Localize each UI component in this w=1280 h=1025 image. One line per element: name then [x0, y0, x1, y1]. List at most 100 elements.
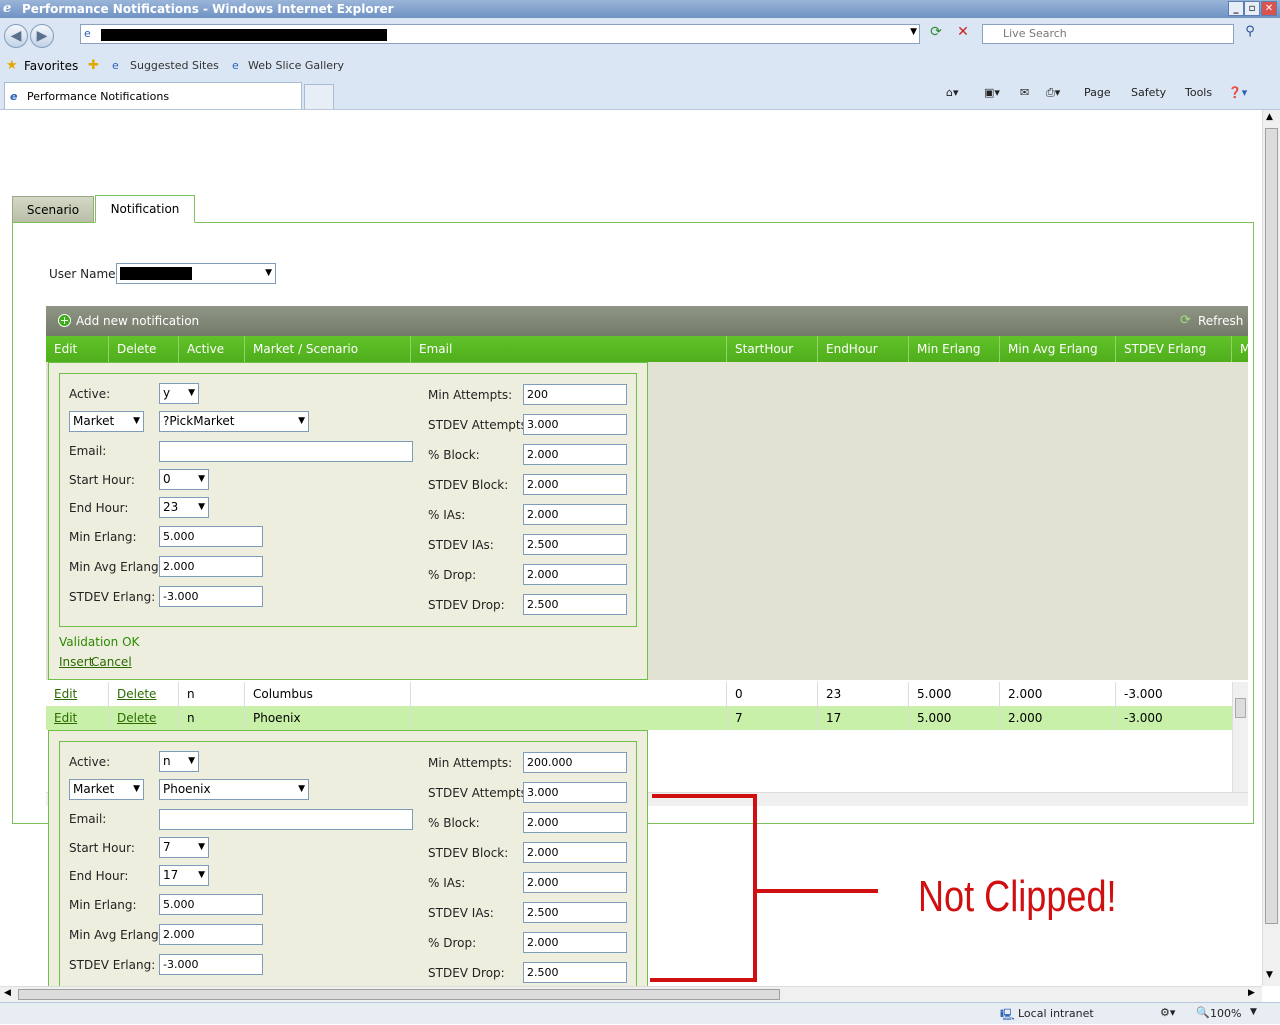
ias-field[interactable]: 2.000 — [523, 872, 627, 893]
protected-mode-icon[interactable]: ⚙▾ — [1160, 1006, 1175, 1019]
stdev-attempts-field[interactable]: 3.000 — [523, 414, 627, 435]
min-erlang-label: Min Erlang: — [69, 530, 137, 544]
end-hour-select[interactable]: 23 ▼ — [159, 497, 209, 518]
column-header-edit[interactable]: Edit — [46, 336, 109, 362]
suggested-sites-link[interactable]: Suggested Sites — [130, 52, 219, 80]
column-header-more[interactable]: M — [1232, 336, 1248, 362]
insert-link[interactable]: Insert — [59, 655, 93, 669]
min-avg-erlang-field[interactable]: 2.000 — [159, 556, 263, 577]
stdev-drop-field[interactable]: 2.500 — [523, 962, 627, 983]
back-button[interactable]: ◀ — [4, 24, 28, 48]
ias-field[interactable]: 2.000 — [523, 504, 627, 525]
column-header-delete[interactable]: Delete — [109, 336, 179, 362]
delete-link[interactable]: Delete — [117, 711, 156, 725]
type-select[interactable]: Market ▼ — [69, 779, 144, 800]
scroll-left-icon[interactable]: ◀ — [4, 988, 11, 998]
print-icon[interactable]: ⎙▾ — [1046, 86, 1060, 100]
min-erlang-field[interactable]: 5.000 — [159, 894, 263, 915]
mail-icon[interactable]: ✉ — [1020, 86, 1029, 99]
scroll-up-icon[interactable]: ▲ — [1266, 112, 1273, 122]
active-select[interactable]: y ▼ — [159, 383, 199, 404]
table-row[interactable]: Edit Delete n Phoenix 7 17 5.000 2.000 -… — [46, 706, 1248, 730]
minimize-button[interactable]: _ — [1228, 1, 1244, 16]
column-header-market[interactable]: Market / Scenario — [245, 336, 411, 362]
page-scroll-thumb[interactable] — [1265, 128, 1278, 924]
stdev-ias-field[interactable]: 2.500 — [523, 902, 627, 923]
refresh-grid-icon[interactable]: ⟳ — [1180, 306, 1191, 336]
safety-menu[interactable]: Safety — [1131, 86, 1166, 99]
stdev-block-field[interactable]: 2.000 — [523, 474, 627, 495]
grid-vertical-scrollbar[interactable] — [1232, 682, 1248, 792]
forward-button[interactable]: ▶ — [30, 24, 54, 48]
tools-menu[interactable]: Tools — [1185, 86, 1212, 99]
delete-link[interactable]: Delete — [117, 687, 156, 701]
edit-link[interactable]: Edit — [54, 711, 77, 725]
feeds-icon[interactable]: ▣▾ — [984, 86, 1000, 99]
add-new-notification-button[interactable]: Add new notification — [76, 306, 199, 336]
min-avg-erlang-field[interactable]: 2.000 — [159, 924, 263, 945]
column-header-min-avg-erlang[interactable]: Min Avg Erlang — [1000, 336, 1116, 362]
stdev-erlang-field[interactable]: -3.000 — [159, 954, 263, 975]
grid-scroll-thumb[interactable] — [1235, 698, 1246, 718]
new-tab-button[interactable] — [304, 84, 334, 109]
start-hour-select[interactable]: 7 ▼ — [159, 837, 209, 858]
tab-notification[interactable]: Notification — [95, 195, 195, 223]
browser-tab-active[interactable]: e Performance Notifications — [4, 82, 302, 109]
maximize-button[interactable]: ▫ — [1244, 1, 1260, 16]
search-input[interactable]: Live Search — [982, 24, 1234, 44]
stdev-drop-field[interactable]: 2.500 — [523, 594, 627, 615]
email-field[interactable] — [159, 809, 413, 830]
column-header-end-hour[interactable]: EndHour — [818, 336, 909, 362]
block-field[interactable]: 2.000 — [523, 812, 627, 833]
zoom-level[interactable]: 100% — [1210, 1007, 1241, 1020]
help-icon[interactable]: ❓▾ — [1228, 86, 1247, 99]
drop-field[interactable]: 2.000 — [523, 932, 627, 953]
favorites-button[interactable]: Favorites — [24, 52, 78, 80]
min-attempts-field[interactable]: 200 — [523, 384, 627, 405]
stdev-attempts-field[interactable]: 3.000 — [523, 782, 627, 803]
column-header-min-erlang[interactable]: Min Erlang — [909, 336, 1000, 362]
refresh-button[interactable]: Refresh — [1198, 306, 1243, 336]
drop-field[interactable]: 2.000 — [523, 564, 627, 585]
page-menu[interactable]: Page — [1084, 86, 1111, 99]
user-name-select[interactable]: ▼ — [116, 263, 276, 284]
stdev-erlang-field[interactable]: -3.000 — [159, 586, 263, 607]
page-vertical-scrollbar[interactable]: ▲ ▼ — [1262, 110, 1280, 986]
email-field[interactable] — [159, 441, 413, 462]
web-slice-gallery-link[interactable]: Web Slice Gallery — [248, 52, 344, 80]
column-header-stdev-erlang[interactable]: STDEV Erlang — [1116, 336, 1232, 362]
url-input[interactable]: e ▼ — [80, 24, 920, 44]
min-attempts-field[interactable]: 200.000 — [523, 752, 627, 773]
column-header-start-hour[interactable]: StartHour — [727, 336, 818, 362]
add-favorite-icon[interactable]: ✚ — [88, 52, 99, 80]
type-select[interactable]: Market ▼ — [69, 411, 144, 432]
stop-icon[interactable]: ✕ — [953, 24, 973, 44]
market-select[interactable]: ?PickMarket ▼ — [159, 411, 309, 432]
close-button[interactable]: ✕ — [1261, 1, 1277, 16]
zoom-dropdown-icon[interactable]: ▼ — [1250, 1007, 1257, 1017]
block-field[interactable]: 2.000 — [523, 444, 627, 465]
url-dropdown-icon[interactable]: ▼ — [910, 27, 917, 37]
min-erlang-field[interactable]: 5.000 — [159, 526, 263, 547]
stdev-block-field[interactable]: 2.000 — [523, 842, 627, 863]
cancel-link[interactable]: Cancel — [91, 655, 132, 669]
market-select[interactable]: Phoenix ▼ — [159, 779, 309, 800]
edit-link[interactable]: Edit — [54, 687, 77, 701]
active-select[interactable]: n ▼ — [159, 751, 199, 772]
home-icon[interactable]: ⌂▾ — [946, 86, 959, 99]
column-header-active[interactable]: Active — [179, 336, 245, 362]
scroll-down-icon[interactable]: ▼ — [1266, 970, 1273, 980]
page-hscroll-thumb[interactable] — [18, 989, 780, 1000]
page-horizontal-scrollbar[interactable]: ◀ ▶ — [0, 986, 1262, 1002]
stdev-ias-field[interactable]: 2.500 — [523, 534, 627, 555]
refresh-icon[interactable]: ⟳ — [926, 24, 946, 44]
email-label: Email: — [69, 812, 107, 826]
end-hour-select[interactable]: 17 ▼ — [159, 865, 209, 886]
start-hour-select[interactable]: 0 ▼ — [159, 469, 209, 490]
add-icon[interactable]: + — [58, 314, 71, 327]
tab-scenario[interactable]: Scenario — [12, 196, 94, 223]
scroll-right-icon[interactable]: ▶ — [1248, 988, 1255, 998]
column-header-email[interactable]: Email — [411, 336, 727, 362]
search-icon[interactable]: ⚲ — [1240, 24, 1260, 44]
table-row[interactable]: Edit Delete n Columbus 0 23 5.000 2.000 … — [46, 682, 1248, 706]
